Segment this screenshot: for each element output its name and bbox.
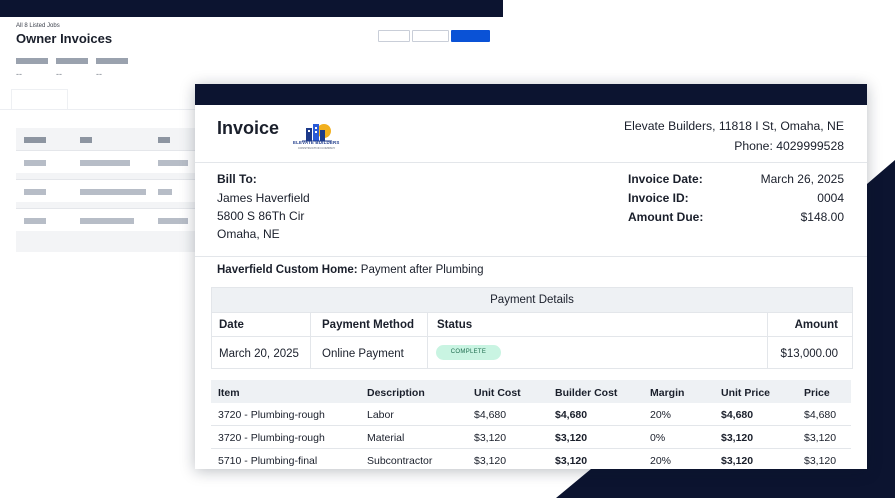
- status-badge: COMPLETE: [436, 345, 501, 360]
- cell-margin: 0%: [650, 432, 666, 444]
- invoice-title: Invoice: [217, 118, 280, 138]
- column-unit-price: Unit Price: [721, 387, 771, 399]
- customer-street: 5800 S 86Th Cir: [217, 209, 305, 223]
- customer-city: Omaha, NE: [217, 227, 280, 241]
- invoice-id-label: Invoice ID:: [628, 191, 689, 205]
- logo-subtext: CONSTRUCTION COMPANY: [298, 146, 336, 150]
- cell-builder-cost: $4,680: [555, 409, 588, 421]
- cell-price: $3,120: [804, 432, 837, 444]
- invoice-card-header-bar: [195, 84, 867, 105]
- column-item: Item: [218, 387, 240, 399]
- payment-details-heading: Payment Details: [212, 288, 852, 313]
- cell-description: Material: [367, 432, 405, 444]
- cell-unit-cost: $3,120: [474, 432, 507, 444]
- column-status: Status: [437, 319, 473, 331]
- cell-unit-cost: $3,120: [474, 455, 507, 467]
- column-payment-method: Payment Method: [322, 319, 415, 331]
- bill-to-section: Bill To: James Haverfield 5800 S 86Th Ci…: [195, 163, 867, 257]
- amount-due-label: Amount Due:: [628, 210, 704, 224]
- line-items-table: Item Description Unit Cost Builder Cost …: [211, 380, 851, 469]
- company-info: Elevate Builders, 11818 I St, Omaha, NE …: [624, 117, 844, 156]
- table-row[interactable]: 3720 - Plumbing-rough Labor $4,680 $4,68…: [211, 403, 851, 426]
- cell-item: 3720 - Plumbing-rough: [218, 409, 325, 421]
- invoice-id-value: 0004: [817, 191, 844, 205]
- cell-margin: 20%: [650, 455, 672, 467]
- payment-details-columns: Date Payment Method Status Amount: [212, 313, 852, 337]
- bill-to-label: Bill To:: [217, 172, 257, 186]
- project-line: Haverfield Custom Home: Payment after Pl…: [217, 264, 484, 276]
- payment-amount: $13,000.00: [780, 348, 838, 360]
- table-row[interactable]: 3720 - Plumbing-rough Material $3,120 $3…: [211, 426, 851, 449]
- payment-method: Online Payment: [322, 348, 404, 360]
- column-price: Price: [804, 387, 830, 399]
- customer-name: James Haverfield: [217, 191, 310, 205]
- column-description: Description: [367, 387, 425, 399]
- project-description: Payment after Plumbing: [360, 264, 484, 276]
- cell-item: 3720 - Plumbing-rough: [218, 432, 325, 444]
- cell-unit-price: $3,120: [721, 432, 754, 444]
- cell-builder-cost: $3,120: [555, 432, 588, 444]
- cell-description: Subcontractor: [367, 455, 433, 467]
- cell-unit-price: $4,680: [721, 409, 754, 421]
- invoice-date-value: March 26, 2025: [760, 172, 844, 186]
- cell-builder-cost: $3,120: [555, 455, 588, 467]
- cell-margin: 20%: [650, 409, 672, 421]
- column-divider: [310, 312, 311, 368]
- cell-unit-price: $3,120: [721, 455, 754, 467]
- payment-row: March 20, 2025 Online Payment COMPLETE $…: [212, 337, 852, 369]
- invoice-card: Invoice ELEVATE BUILDERS CONSTRUCTION CO…: [195, 84, 867, 469]
- column-amount: Amount: [794, 319, 838, 331]
- line-items-header: Item Description Unit Cost Builder Cost …: [211, 380, 851, 403]
- column-date: Date: [219, 319, 244, 331]
- table-row[interactable]: 5710 - Plumbing-final Subcontractor $3,1…: [211, 449, 851, 469]
- company-phone: Phone: 4029999528: [734, 138, 844, 153]
- payment-date: March 20, 2025: [219, 348, 299, 360]
- logo-wordmark: ELEVATE BUILDERS: [293, 140, 340, 145]
- invoice-date-label: Invoice Date:: [628, 172, 703, 186]
- payment-details-table: Payment Details Date Payment Method Stat…: [211, 287, 853, 369]
- column-divider: [767, 312, 768, 368]
- invoice-header: Invoice ELEVATE BUILDERS CONSTRUCTION CO…: [195, 105, 867, 163]
- cell-unit-cost: $4,680: [474, 409, 507, 421]
- cell-item: 5710 - Plumbing-final: [218, 455, 318, 467]
- column-builder-cost: Builder Cost: [555, 387, 618, 399]
- cell-description: Labor: [367, 409, 394, 421]
- column-margin: Margin: [650, 387, 685, 399]
- project-name: Haverfield Custom Home:: [217, 264, 358, 276]
- cell-price: $3,120: [804, 455, 837, 467]
- cell-price: $4,680: [804, 409, 837, 421]
- column-divider: [427, 312, 428, 368]
- amount-due-value: $148.00: [800, 210, 844, 224]
- company-address: Elevate Builders, 11818 I St, Omaha, NE: [624, 119, 844, 133]
- column-unit-cost: Unit Cost: [474, 387, 521, 399]
